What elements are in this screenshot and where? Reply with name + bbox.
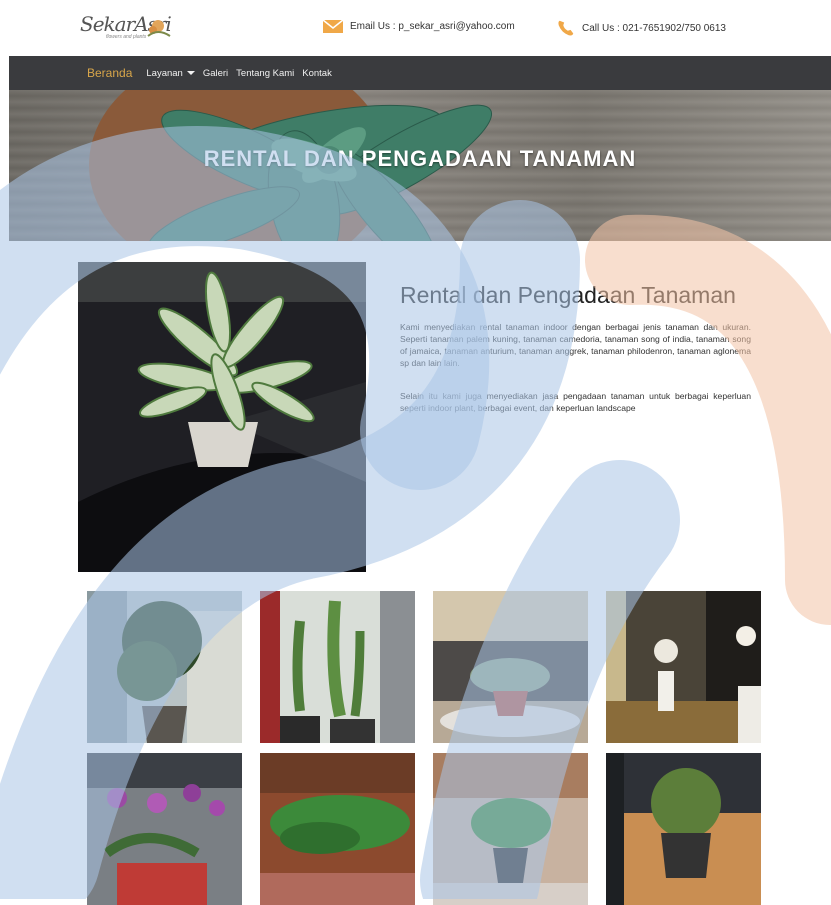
phone-text: Call Us : 021-7651902/750 0613: [582, 22, 726, 34]
gallery-photo-1[interactable]: [87, 591, 242, 743]
email-text: Email Us : p_sekar_asri@yahoo.com: [350, 20, 515, 32]
phone-icon: [558, 20, 574, 36]
nav-item-layanan-label: Layanan: [146, 67, 183, 79]
gallery-photo-5[interactable]: [87, 753, 242, 905]
nav-item-galeri[interactable]: Galeri: [203, 68, 228, 79]
gallery-photo-6[interactable]: [260, 753, 415, 905]
hero-banner: RENTAL DAN PENGADAAN TANAMAN: [9, 90, 831, 241]
hero-title: RENTAL DAN PENGADAAN TANAMAN: [203, 146, 637, 171]
gallery-photo-4[interactable]: [606, 591, 761, 743]
main-nav: Beranda Layanan Galeri Tentang Kami Kont…: [9, 56, 831, 90]
contact-email[interactable]: Email Us : p_sekar_asri@yahoo.com: [322, 18, 515, 34]
gallery-photo-7[interactable]: [433, 753, 588, 905]
logo-flower-icon: [147, 20, 171, 37]
logo[interactable]: SekarAsri flowers and plants: [74, 6, 174, 46]
gallery-photo-3[interactable]: [433, 591, 588, 743]
gallery-photo-8[interactable]: [606, 753, 761, 905]
description-paragraph-1: Kami menyediakan rental tanaman indoor d…: [400, 322, 751, 368]
gallery-photo-2[interactable]: [260, 591, 415, 743]
caret-down-icon: [186, 71, 195, 75]
nav-item-kontak[interactable]: Kontak: [302, 68, 332, 79]
description-paragraph-2: Selain itu kami juga menyediakan jasa pe…: [400, 391, 751, 413]
top-header: SekarAsri flowers and plants Email Us : …: [0, 0, 831, 56]
envelope-icon: [322, 19, 344, 33]
nav-item-tentang-kami[interactable]: Tentang Kami: [236, 68, 294, 79]
nav-item-beranda[interactable]: Beranda: [87, 66, 132, 80]
contact-phone[interactable]: Call Us : 021-7651902/750 0613: [556, 18, 726, 38]
nav-item-layanan[interactable]: Layanan: [146, 67, 195, 79]
main-plant-photo: [78, 262, 366, 572]
page-heading: Rental dan Pengadaan Tanaman: [400, 282, 736, 308]
logo-tagline: flowers and plants: [106, 34, 147, 40]
